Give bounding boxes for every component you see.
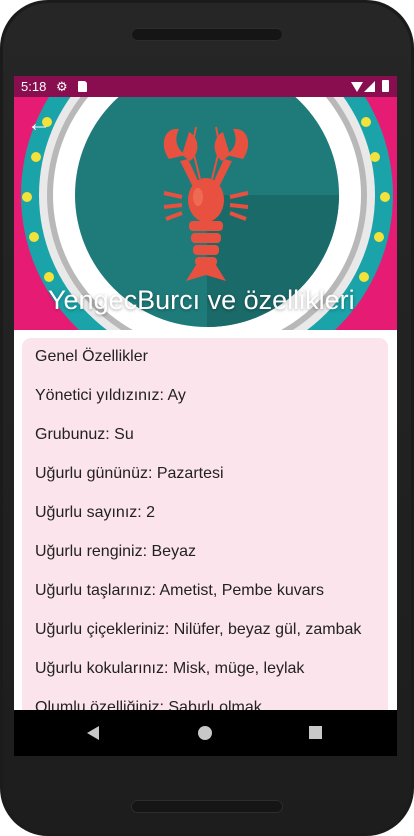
detail-lucky-day: Uğurlu gününüz: Pazartesi	[35, 465, 224, 482]
page-title: YengecBurcı ve özellikleri	[48, 285, 355, 315]
top-speaker	[131, 28, 283, 41]
details-card: Genel Özellikler Yönetici yıldızınız: Ay…	[22, 338, 388, 738]
detail-element-group: Grubunuz: Su	[35, 426, 134, 443]
screen: 5:18 ⚙ ← YengecBurcı ve özellikleri Gene…	[14, 76, 397, 756]
wifi-icon	[351, 82, 363, 92]
battery-icon	[382, 80, 389, 92]
settings-icon: ⚙	[56, 79, 68, 94]
detail-ruling-star: Yönetici yıldızınız: Ay	[35, 387, 186, 404]
navigation-bar	[14, 710, 397, 756]
cell-signal-icon	[364, 81, 375, 92]
detail-lucky-number: Uğurlu sayınız: 2	[35, 504, 156, 521]
sd-card-icon	[78, 81, 87, 92]
nav-recents-icon[interactable]	[309, 726, 322, 739]
nav-home-icon[interactable]	[198, 726, 212, 740]
nav-back-icon[interactable]	[87, 726, 99, 740]
phone-frame: 5:18 ⚙ ← YengecBurcı ve özellikleri Gene…	[0, 0, 414, 836]
detail-lucky-flowers: Uğurlu çiçekleriniz: Nilüfer, beyaz gül,…	[35, 621, 362, 638]
collapsing-header: ← YengecBurcı ve özellikleri	[14, 97, 397, 330]
detail-heading: Genel Özellikler	[35, 348, 148, 365]
arrow-back-icon[interactable]: ←	[26, 111, 52, 137]
status-time: 5:18	[21, 79, 47, 94]
status-bar: 5:18 ⚙	[14, 76, 397, 97]
detail-lucky-scents: Uğurlu kokularınız: Misk, müge, leylak	[35, 660, 305, 677]
detail-lucky-color: Uğurlu renginiz: Beyaz	[35, 543, 196, 560]
detail-lucky-stones: Uğurlu taşlarınız: Ametist, Pembe kuvars	[35, 582, 324, 599]
bottom-speaker	[131, 800, 283, 813]
